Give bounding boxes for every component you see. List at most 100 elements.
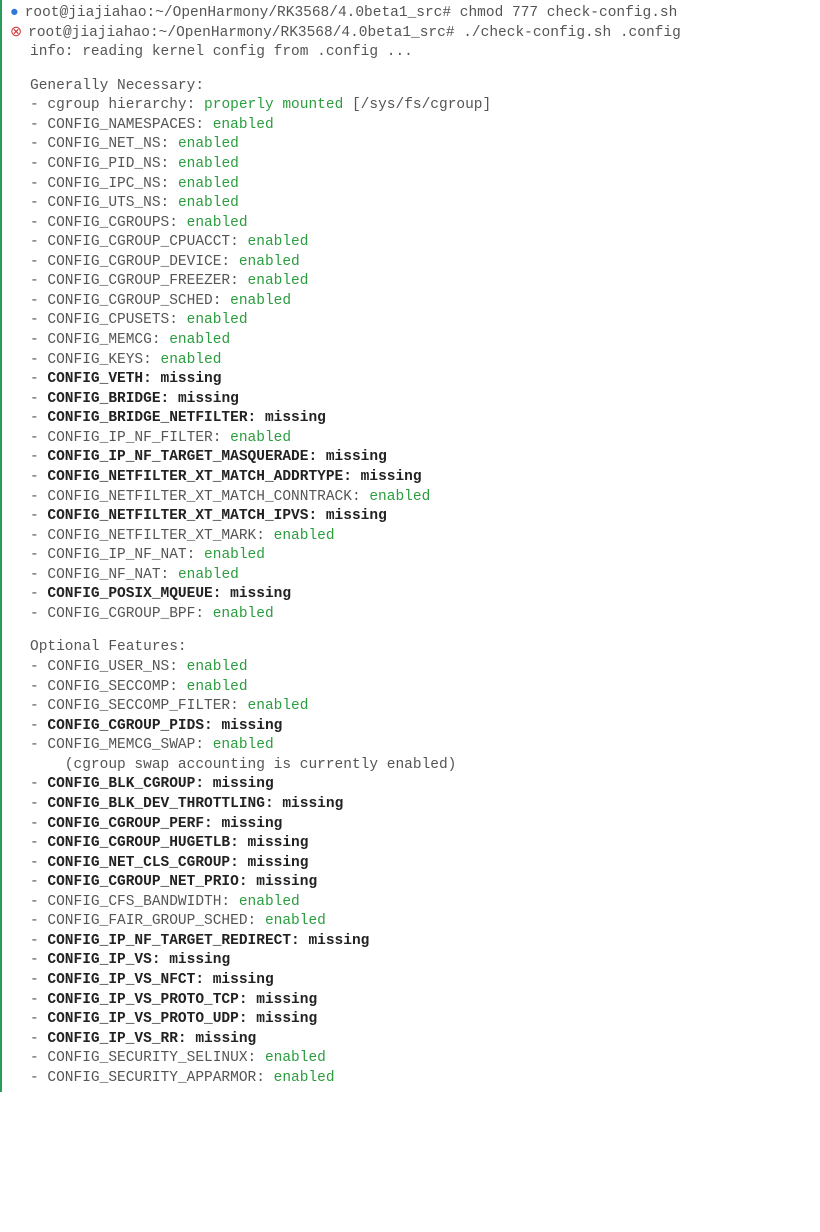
config-status: enabled: [248, 273, 309, 289]
config-status: missing: [282, 796, 343, 812]
config-label: CONFIG_NET_CLS_CGROUP:: [47, 855, 247, 871]
config-row: - CONFIG_NF_NAT: enabled: [30, 566, 814, 586]
config-status: enabled: [248, 234, 309, 250]
config-label: CONFIG_CGROUP_DEVICE:: [47, 254, 238, 270]
config-label: CONFIG_IP_NF_TARGET_MASQUERADE:: [47, 449, 325, 465]
config-row: - CONFIG_NAMESPACES: enabled: [30, 116, 814, 136]
config-label: CONFIG_BLK_CGROUP:: [47, 776, 212, 792]
config-label: CONFIG_CGROUP_PIDS:: [47, 718, 221, 734]
config-status: missing: [221, 718, 282, 734]
config-status: enabled: [187, 312, 248, 328]
terminal-line: root@jiajiahao:~/OpenHarmony/RK3568/4.0b…: [10, 24, 814, 44]
config-status: enabled: [187, 215, 248, 231]
config-row: - CONFIG_KEYS: enabled: [30, 351, 814, 371]
config-list: - CONFIG_BLK_CGROUP: missing- CONFIG_BLK…: [30, 775, 814, 1088]
config-label: CONFIG_IP_VS_PROTO_UDP:: [47, 1011, 256, 1027]
config-row: - CONFIG_CGROUP_PERF: missing: [30, 815, 814, 835]
config-row: - CONFIG_PID_NS: enabled: [30, 155, 814, 175]
config-label: CONFIG_CGROUP_NET_PRIO:: [47, 874, 256, 890]
config-row: - CONFIG_IPC_NS: enabled: [30, 175, 814, 195]
config-label: CONFIG_POSIX_MQUEUE:: [47, 586, 230, 602]
config-label: CONFIG_IP_NF_TARGET_REDIRECT:: [47, 933, 308, 949]
config-list: - CONFIG_USER_NS: enabled - CONFIG_SECCOM…: [30, 658, 814, 756]
terminal-line: root@jiajiahao:~/OpenHarmony/RK3568/4.0b…: [10, 4, 814, 24]
config-label: CONFIG_IP_NF_FILTER:: [47, 430, 230, 446]
config-row: - CONFIG_POSIX_MQUEUE: missing: [30, 585, 814, 605]
config-status: enabled: [161, 352, 222, 368]
config-label: CONFIG_MEMCG_SWAP:: [47, 737, 212, 753]
prompt: root@jiajiahao:~/OpenHarmony/RK3568/4.0b…: [28, 25, 463, 41]
config-row: - CONFIG_IP_VS_PROTO_UDP: missing: [30, 1010, 814, 1030]
config-status: enabled: [213, 606, 274, 622]
config-status: enabled: [178, 136, 239, 152]
config-row: - CONFIG_CGROUP_BPF: enabled: [30, 605, 814, 625]
config-label: CONFIG_CGROUP_SCHED:: [47, 293, 230, 309]
config-label: CONFIG_NETFILTER_XT_MATCH_CONNTRACK:: [47, 489, 369, 505]
config-label: CONFIG_FAIR_GROUP_SCHED:: [47, 913, 265, 929]
config-label: CONFIG_UTS_NS:: [47, 195, 178, 211]
config-status: missing: [161, 371, 222, 387]
config-label: cgroup hierarchy:: [47, 97, 204, 113]
config-label: CONFIG_IP_VS_RR:: [47, 1031, 195, 1047]
config-label: CONFIG_VETH:: [47, 371, 160, 387]
config-status: enabled: [187, 679, 248, 695]
config-row: - CONFIG_CFS_BANDWIDTH: enabled: [30, 893, 814, 913]
section-optional: Optional Features: - CONFIG_USER_NS: ena…: [30, 638, 814, 1088]
config-row: - CONFIG_IP_VS_PROTO_TCP: missing: [30, 991, 814, 1011]
config-label: CONFIG_BLK_DEV_THROTTLING:: [47, 796, 282, 812]
config-label: CONFIG_NETFILTER_XT_MATCH_ADDRTYPE:: [47, 469, 360, 485]
config-row: - CONFIG_CGROUP_FREEZER: enabled: [30, 272, 814, 292]
config-row: - CONFIG_BRIDGE_NETFILTER: missing: [30, 409, 814, 429]
config-suffix: [/sys/fs/cgroup]: [343, 97, 491, 113]
config-row: - CONFIG_SECURITY_APPARMOR: enabled: [30, 1069, 814, 1089]
command-text: chmod 777 check-config.sh: [460, 5, 678, 21]
config-status: enabled: [248, 698, 309, 714]
config-row: - CONFIG_CPUSETS: enabled: [30, 311, 814, 331]
config-status: enabled: [239, 254, 300, 270]
section-title: Generally Necessary:: [30, 77, 814, 97]
config-row: - CONFIG_NETFILTER_XT_MATCH_CONNTRACK: e…: [30, 488, 814, 508]
prompt: root@jiajiahao:~/OpenHarmony/RK3568/4.0b…: [25, 5, 460, 21]
config-status: enabled: [178, 567, 239, 583]
config-row: - CONFIG_MEMCG: enabled: [30, 331, 814, 351]
config-row: - CONFIG_IP_VS_RR: missing: [30, 1030, 814, 1050]
config-status: enabled: [274, 1070, 335, 1086]
config-status: enabled: [187, 659, 248, 675]
config-status: enabled: [178, 156, 239, 172]
config-status: missing: [195, 1031, 256, 1047]
config-status: missing: [221, 816, 282, 832]
config-row: - CONFIG_IP_VS: missing: [30, 951, 814, 971]
config-row: - CONFIG_CGROUP_SCHED: enabled: [30, 292, 814, 312]
config-row: - CONFIG_MEMCG_SWAP: enabled: [30, 736, 814, 756]
config-status: missing: [169, 952, 230, 968]
config-label: CONFIG_SECCOMP:: [47, 679, 186, 695]
config-status: enabled: [230, 430, 291, 446]
config-label: CONFIG_CGROUP_FREEZER:: [47, 273, 247, 289]
config-status: missing: [213, 776, 274, 792]
config-row: - CONFIG_SECCOMP_FILTER: enabled: [30, 697, 814, 717]
config-status: enabled: [265, 913, 326, 929]
config-row: - CONFIG_USER_NS: enabled: [30, 658, 814, 678]
config-label: CONFIG_NETFILTER_XT_MATCH_IPVS:: [47, 508, 325, 524]
config-label: CONFIG_KEYS:: [47, 352, 160, 368]
config-row: - CONFIG_BLK_CGROUP: missing: [30, 775, 814, 795]
config-label: CONFIG_CGROUP_CPUACCT:: [47, 234, 247, 250]
config-row: - CONFIG_IP_NF_NAT: enabled: [30, 546, 814, 566]
config-status: missing: [248, 835, 309, 851]
config-status: missing: [256, 992, 317, 1008]
config-label: CONFIG_CGROUP_PERF:: [47, 816, 221, 832]
config-status: missing: [308, 933, 369, 949]
config-status: enabled: [178, 176, 239, 192]
config-status: enabled: [239, 894, 300, 910]
config-label: CONFIG_NETFILTER_XT_MARK:: [47, 528, 273, 544]
config-label: CONFIG_CPUSETS:: [47, 312, 186, 328]
command-text: ./check-config.sh .config: [463, 25, 681, 41]
config-row: - CONFIG_SECURITY_SELINUX: enabled: [30, 1049, 814, 1069]
config-row: - CONFIG_CGROUP_DEVICE: enabled: [30, 253, 814, 273]
config-label: CONFIG_NAMESPACES:: [47, 117, 212, 133]
config-status: enabled: [204, 547, 265, 563]
config-label: CONFIG_SECURITY_APPARMOR:: [47, 1070, 273, 1086]
config-status: properly mounted: [204, 97, 343, 113]
config-row: - CONFIG_CGROUP_CPUACCT: enabled: [30, 233, 814, 253]
config-label: CONFIG_CGROUP_BPF:: [47, 606, 212, 622]
